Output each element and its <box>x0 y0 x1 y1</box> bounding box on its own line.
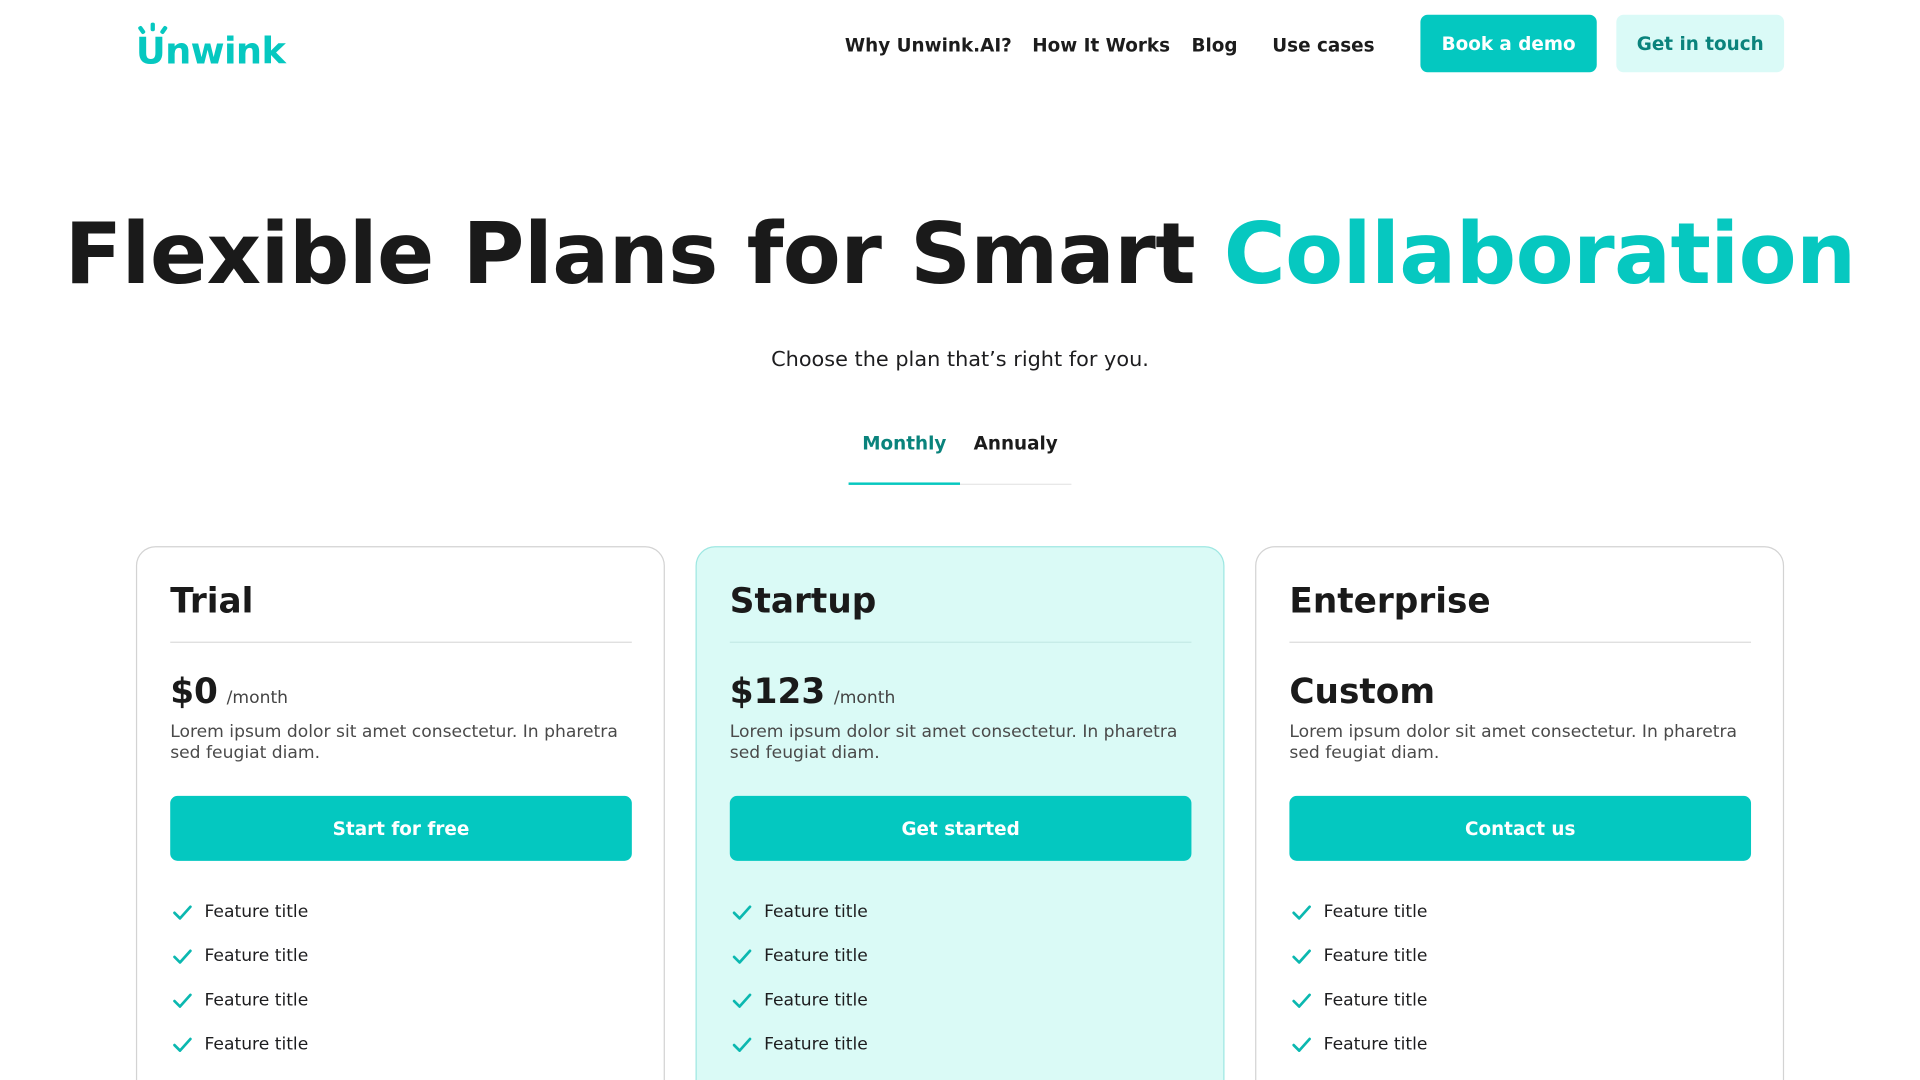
billing-period-toggle: Monthly Annualy <box>848 419 1072 485</box>
contact-us-button[interactable]: Contact us <box>1289 795 1752 861</box>
check-icon <box>1292 905 1311 920</box>
divider <box>729 641 1192 643</box>
price-amount: $0 <box>170 671 218 712</box>
check-icon <box>732 993 752 1008</box>
feature-item: Feature title <box>730 890 1192 934</box>
feature-title: Feature title <box>204 902 309 923</box>
divider <box>1289 641 1752 643</box>
check-icon <box>730 1076 754 1080</box>
feature-item: Feature title <box>730 1067 1192 1080</box>
feature-title: Feature title <box>764 946 868 967</box>
feature-title: Feature title <box>764 990 868 1011</box>
feature-title: Feature title <box>204 990 309 1011</box>
plan-name: Startup <box>729 580 877 621</box>
price-period: /month <box>833 688 896 708</box>
plan-price: $0 /month <box>170 672 288 717</box>
feature-title: Feature title <box>204 946 309 967</box>
price-period: /month <box>226 688 289 708</box>
feature-item: Feature title <box>1289 978 1751 1022</box>
check-icon <box>173 905 192 920</box>
plan-card-trial: Trial $0 /month Lorem ipsum dolor sit am… <box>135 546 665 1080</box>
plan-description: Lorem ipsum dolor sit amet consectetur. … <box>729 722 1178 763</box>
start-for-free-button[interactable]: Start for free <box>170 795 632 861</box>
check-icon <box>732 905 752 920</box>
get-started-button[interactable]: Get started <box>729 795 1192 861</box>
price-amount: Custom <box>1289 671 1436 712</box>
price-amount: $123 <box>729 671 826 712</box>
feature-title: Feature title <box>764 1034 868 1055</box>
get-in-touch-button[interactable]: Get in touch <box>1616 14 1785 73</box>
page-subtitle: Choose the plan that’s right for you. <box>771 347 1149 373</box>
tab-annualy[interactable]: Annualy <box>960 419 1071 485</box>
plan-description: Lorem ipsum dolor sit amet consectetur. … <box>1289 722 1738 763</box>
feature-item: Feature title <box>170 934 632 978</box>
feature-title: Feature title <box>1323 902 1428 923</box>
feature-item: Feature title <box>170 978 632 1022</box>
feature-item: Feature title <box>170 1022 632 1066</box>
check-icon <box>1292 1037 1311 1052</box>
logo-wordmark: Unwink <box>136 30 288 66</box>
feature-title: Feature title <box>204 1034 309 1055</box>
check-icon <box>173 949 192 964</box>
feature-list: Feature title Feature title Feature title F… <box>730 890 1192 1080</box>
check-icon <box>732 1037 752 1052</box>
feature-list: Feature title Feature title Feature title F… <box>1289 890 1751 1080</box>
nav-link-use-cases[interactable]: Use cases <box>1272 33 1374 57</box>
divider <box>170 641 632 643</box>
check-icon <box>732 949 752 964</box>
check-icon <box>1292 949 1311 964</box>
page-title: Flexible Plans for Smart Collaboration <box>0 201 1920 309</box>
plan-price: $123 /month <box>730 672 896 717</box>
feature-item: Feature title <box>1289 934 1751 978</box>
feature-title: Feature title <box>764 902 868 923</box>
feature-item: Feature title <box>1289 890 1751 934</box>
book-demo-button[interactable]: Book a demo <box>1420 14 1597 73</box>
unwink-logo[interactable]: Unwink <box>136 22 305 66</box>
check-icon <box>173 993 192 1008</box>
title-accent-text: Collaboration <box>1223 205 1856 304</box>
title-main-text: Flexible Plans for Smart <box>64 205 1224 304</box>
nav-link-how-it-works[interactable]: How It Works <box>1032 33 1170 57</box>
plan-price: Custom <box>1289 672 1437 717</box>
feature-item: Feature title <box>730 1022 1192 1066</box>
plan-name: Enterprise <box>1289 580 1491 621</box>
feature-item: Feature title <box>730 934 1192 978</box>
feature-item: Feature title <box>170 890 632 934</box>
plan-name: Trial <box>170 580 254 621</box>
tab-monthly[interactable]: Monthly <box>848 419 961 485</box>
feature-title: Feature title <box>1323 946 1428 967</box>
feature-item: Feature title <box>730 978 1192 1022</box>
nav-link-blog[interactable]: Blog <box>1191 33 1237 57</box>
plan-card-startup: Startup $123 /month Lorem ipsum dolor si… <box>695 546 1225 1080</box>
feature-title: Feature title <box>1323 990 1428 1011</box>
plan-card-enterprise: Enterprise Custom Lorem ipsum dolor sit … <box>1255 546 1785 1080</box>
nav-link-why-unwink[interactable]: Why Unwink.AI? <box>845 33 1012 57</box>
feature-item: Feature title <box>1289 1022 1751 1066</box>
check-icon <box>1289 1076 1313 1080</box>
feature-title: Feature title <box>1323 1034 1428 1055</box>
check-icon <box>1292 993 1311 1008</box>
site-header: Unwink Why Unwink.AI? How It Works Blog … <box>0 0 1920 88</box>
plan-description: Lorem ipsum dolor sit amet consectetur. … <box>170 722 618 763</box>
feature-item: Feature title <box>1289 1067 1751 1080</box>
feature-list: Feature title Feature title Feature title F… <box>170 890 632 1066</box>
check-icon <box>173 1037 192 1052</box>
